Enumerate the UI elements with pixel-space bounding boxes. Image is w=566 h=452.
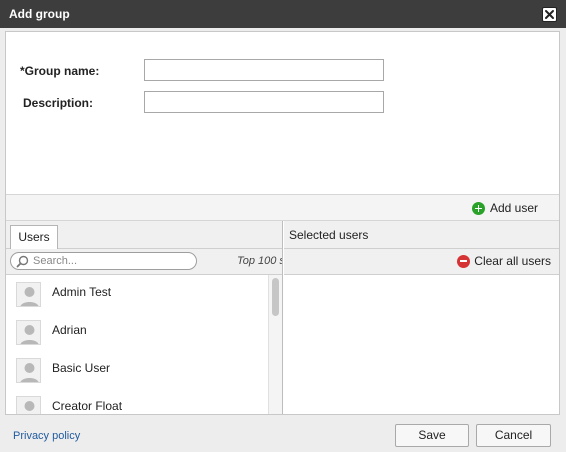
dialog-title: Add group bbox=[9, 7, 70, 21]
search-row: Top 100 s bbox=[6, 249, 283, 275]
clear-row: Clear all users bbox=[284, 249, 559, 275]
cancel-button[interactable]: Cancel bbox=[476, 424, 551, 447]
privacy-policy-link[interactable]: Privacy policy bbox=[13, 430, 80, 442]
description-input[interactable] bbox=[144, 91, 384, 113]
close-icon bbox=[545, 10, 554, 19]
top-results-label: Top 100 s bbox=[237, 255, 283, 267]
tab-users[interactable]: Users bbox=[10, 225, 58, 249]
user-name: Admin Test bbox=[52, 285, 112, 299]
search-icon bbox=[16, 255, 29, 268]
selected-users-header: Selected users bbox=[284, 221, 559, 249]
dialog-titlebar: Add group bbox=[0, 0, 566, 28]
scrollbar-thumb[interactable] bbox=[272, 278, 279, 316]
description-label: Description: bbox=[23, 96, 94, 110]
user-list-scrollbar[interactable] bbox=[268, 275, 282, 414]
user-name: Basic User bbox=[52, 361, 111, 375]
dialog-body: *Group name: Description: Add user Users… bbox=[5, 31, 560, 415]
dialog-footer: Privacy policy Save Cancel bbox=[0, 418, 566, 452]
search-input[interactable] bbox=[33, 254, 193, 268]
list-item[interactable]: Admin Test bbox=[6, 275, 268, 313]
clear-all-label: Clear all users bbox=[474, 254, 551, 268]
add-user-label: Add user bbox=[489, 201, 538, 215]
user-name: Adrian bbox=[52, 323, 87, 337]
group-name-input[interactable] bbox=[144, 59, 384, 81]
user-name: Creator Float bbox=[52, 399, 123, 413]
search-box[interactable] bbox=[10, 252, 197, 270]
list-item[interactable]: Adrian bbox=[6, 313, 268, 351]
clear-all-users-button[interactable]: Clear all users bbox=[457, 254, 551, 268]
user-avatar-icon bbox=[16, 358, 41, 383]
group-name-label: *Group name: bbox=[20, 64, 100, 78]
plus-circle-icon bbox=[471, 201, 485, 215]
user-avatar-icon bbox=[16, 396, 41, 414]
users-panel: Users Top 100 s Admin Test bbox=[6, 221, 283, 414]
list-item[interactable]: Basic User bbox=[6, 351, 268, 389]
minus-circle-icon bbox=[457, 254, 471, 268]
user-avatar-icon bbox=[16, 282, 41, 307]
add-user-button[interactable]: Add user bbox=[471, 201, 538, 215]
close-button[interactable] bbox=[542, 7, 557, 22]
save-button[interactable]: Save bbox=[395, 424, 469, 447]
user-toolbar: Add user bbox=[6, 194, 559, 221]
selected-users-panel: Selected users Clear all users bbox=[284, 221, 559, 414]
users-tab-strip: Users bbox=[6, 221, 282, 249]
user-list: Admin Test Adrian Basic User Creator Flo… bbox=[6, 275, 268, 414]
selected-users-title: Selected users bbox=[289, 228, 369, 242]
list-item[interactable]: Creator Float bbox=[6, 389, 268, 414]
user-avatar-icon bbox=[16, 320, 41, 345]
